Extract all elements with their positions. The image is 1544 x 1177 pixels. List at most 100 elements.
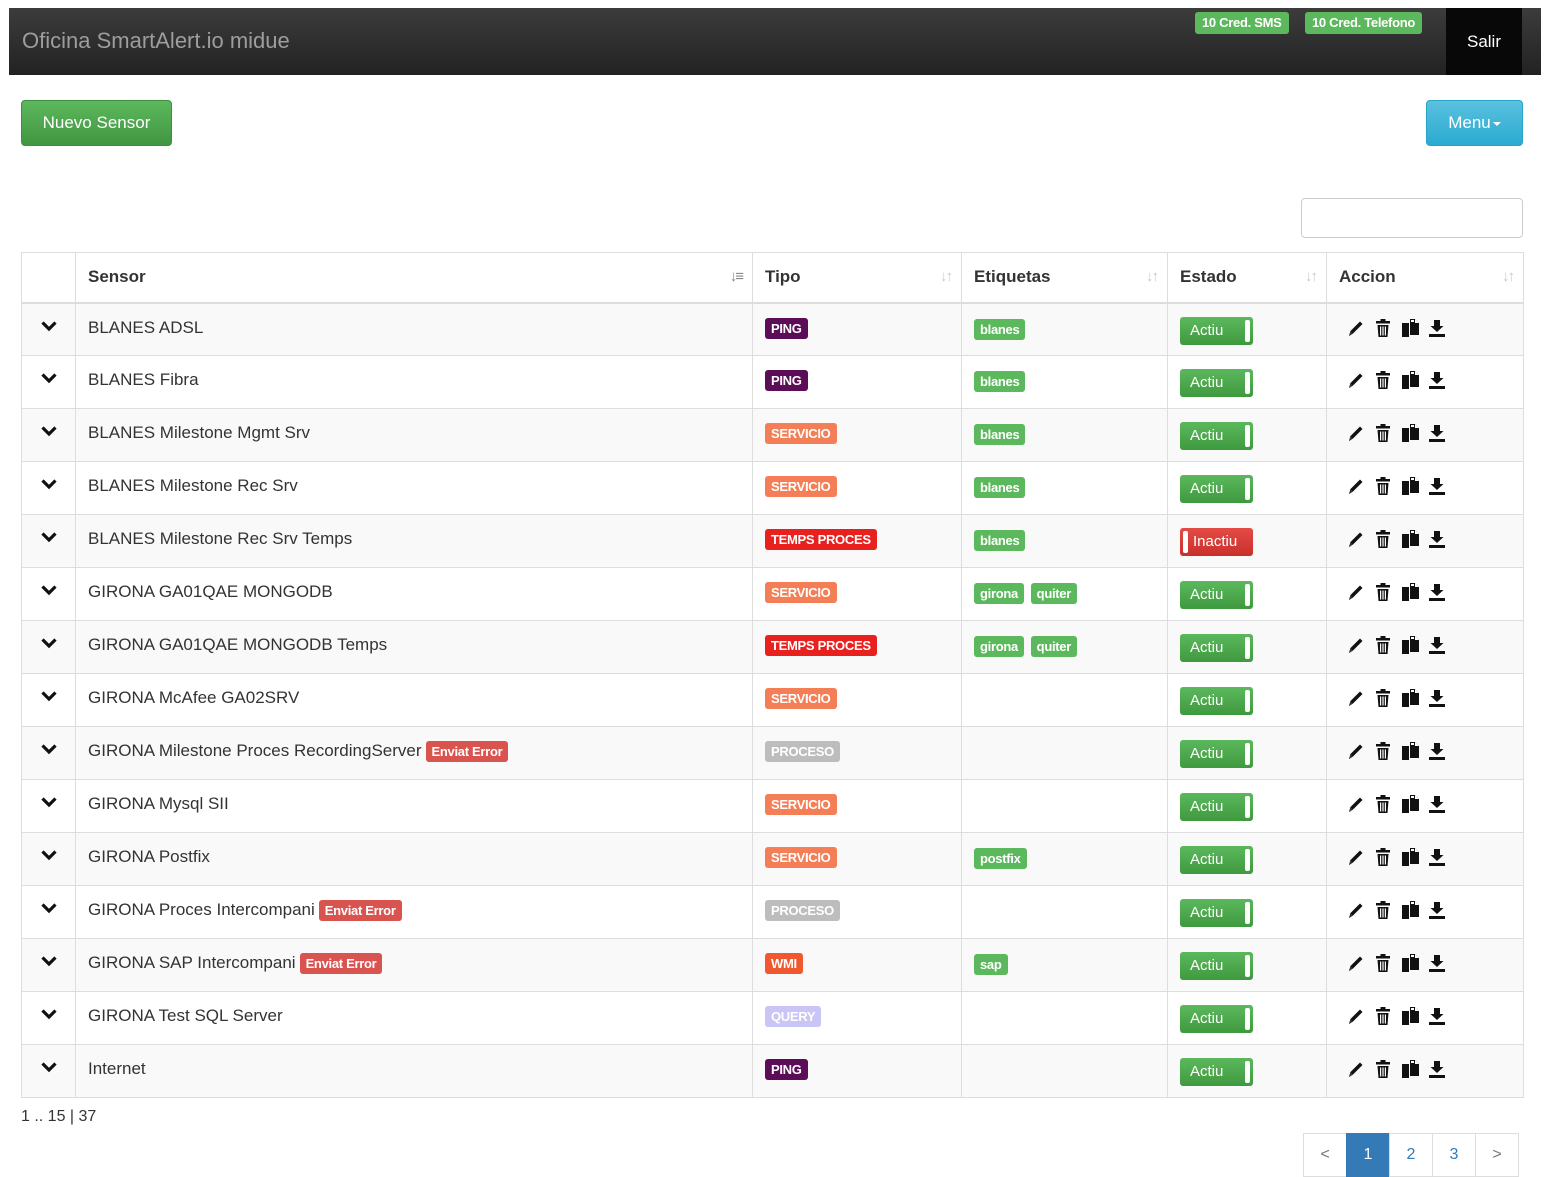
edit-icon[interactable]: [1345, 687, 1367, 709]
copy-icon[interactable]: [1399, 687, 1421, 709]
chevron-down-icon[interactable]: [22, 849, 75, 861]
copy-icon[interactable]: [1399, 528, 1421, 550]
copy-icon[interactable]: [1399, 475, 1421, 497]
edit-icon[interactable]: [1345, 422, 1367, 444]
trash-icon[interactable]: [1372, 1058, 1394, 1080]
export-icon[interactable]: [1426, 369, 1448, 391]
column-header-tipo[interactable]: Tipo ↓↑: [752, 252, 962, 304]
chevron-down-icon[interactable]: [22, 372, 75, 384]
copy-icon[interactable]: [1399, 846, 1421, 868]
chevron-down-icon[interactable]: [22, 690, 75, 702]
sensor-name[interactable]: GIRONA SAP Intercompani: [88, 953, 296, 972]
sort-desc-icon[interactable]: ↓≡: [730, 268, 744, 285]
edit-icon[interactable]: [1345, 369, 1367, 391]
chevron-down-icon[interactable]: [22, 425, 75, 437]
trash-icon[interactable]: [1372, 687, 1394, 709]
sort-icon[interactable]: ↓↑: [1146, 268, 1159, 285]
status-toggle[interactable]: Actiu: [1180, 475, 1253, 503]
trash-icon[interactable]: [1372, 793, 1394, 815]
sensor-name[interactable]: BLANES Fibra: [88, 370, 199, 389]
copy-icon[interactable]: [1399, 634, 1421, 656]
status-toggle[interactable]: Actiu: [1180, 634, 1253, 662]
export-icon[interactable]: [1426, 581, 1448, 603]
new-sensor-button[interactable]: Nuevo Sensor: [21, 100, 172, 146]
status-toggle[interactable]: Actiu: [1180, 1005, 1253, 1033]
export-icon[interactable]: [1426, 687, 1448, 709]
edit-icon[interactable]: [1345, 475, 1367, 497]
status-toggle[interactable]: Actiu: [1180, 899, 1253, 927]
trash-icon[interactable]: [1372, 952, 1394, 974]
status-toggle[interactable]: Actiu: [1180, 687, 1253, 715]
chevron-down-icon[interactable]: [22, 796, 75, 808]
trash-icon[interactable]: [1372, 846, 1394, 868]
chevron-down-icon[interactable]: [22, 902, 75, 914]
export-icon[interactable]: [1426, 952, 1448, 974]
edit-icon[interactable]: [1345, 952, 1367, 974]
edit-icon[interactable]: [1345, 846, 1367, 868]
edit-icon[interactable]: [1345, 899, 1367, 921]
export-icon[interactable]: [1426, 1058, 1448, 1080]
trash-icon[interactable]: [1372, 581, 1394, 603]
export-icon[interactable]: [1426, 899, 1448, 921]
sensor-name[interactable]: BLANES Milestone Rec Srv Temps: [88, 529, 352, 548]
chevron-down-icon[interactable]: [22, 1008, 75, 1020]
export-icon[interactable]: [1426, 740, 1448, 762]
sort-icon[interactable]: ↓↑: [1305, 268, 1318, 285]
status-toggle[interactable]: Actiu: [1180, 369, 1253, 397]
trash-icon[interactable]: [1372, 899, 1394, 921]
status-toggle[interactable]: Actiu: [1180, 422, 1253, 450]
chevron-down-icon[interactable]: [22, 320, 75, 332]
sensor-name[interactable]: GIRONA McAfee GA02SRV: [88, 688, 299, 707]
export-icon[interactable]: [1426, 793, 1448, 815]
sensor-name[interactable]: GIRONA Milestone Proces RecordingServer: [88, 741, 422, 760]
edit-icon[interactable]: [1345, 1005, 1367, 1027]
trash-icon[interactable]: [1372, 317, 1394, 339]
sensor-name[interactable]: GIRONA Test SQL Server: [88, 1006, 283, 1025]
edit-icon[interactable]: [1345, 1058, 1367, 1080]
pagination-page-2[interactable]: 2: [1389, 1133, 1433, 1177]
logout-button[interactable]: Salir: [1446, 8, 1522, 75]
trash-icon[interactable]: [1372, 1005, 1394, 1027]
sort-icon[interactable]: ↓↑: [940, 268, 953, 285]
pagination-next[interactable]: >: [1475, 1133, 1519, 1177]
sensor-name[interactable]: BLANES Milestone Mgmt Srv: [88, 423, 310, 442]
sort-icon[interactable]: ↓↑: [1502, 268, 1515, 285]
status-toggle[interactable]: Actiu: [1180, 846, 1253, 874]
export-icon[interactable]: [1426, 475, 1448, 497]
chevron-down-icon[interactable]: [22, 584, 75, 596]
edit-icon[interactable]: [1345, 581, 1367, 603]
copy-icon[interactable]: [1399, 793, 1421, 815]
status-toggle[interactable]: Actiu: [1180, 793, 1253, 821]
column-header-accion[interactable]: Accion ↓↑: [1326, 252, 1524, 304]
copy-icon[interactable]: [1399, 369, 1421, 391]
chevron-down-icon[interactable]: [22, 955, 75, 967]
column-header-estado[interactable]: Estado ↓↑: [1167, 252, 1327, 304]
edit-icon[interactable]: [1345, 317, 1367, 339]
trash-icon[interactable]: [1372, 740, 1394, 762]
edit-icon[interactable]: [1345, 793, 1367, 815]
edit-icon[interactable]: [1345, 634, 1367, 656]
pagination-prev[interactable]: <: [1303, 1133, 1347, 1177]
export-icon[interactable]: [1426, 317, 1448, 339]
export-icon[interactable]: [1426, 528, 1448, 550]
chevron-down-icon[interactable]: [22, 478, 75, 490]
copy-icon[interactable]: [1399, 952, 1421, 974]
sensor-name[interactable]: GIRONA Postfix: [88, 847, 210, 866]
search-input[interactable]: [1301, 198, 1523, 238]
copy-icon[interactable]: [1399, 1005, 1421, 1027]
trash-icon[interactable]: [1372, 369, 1394, 391]
copy-icon[interactable]: [1399, 899, 1421, 921]
trash-icon[interactable]: [1372, 422, 1394, 444]
sensor-name[interactable]: GIRONA GA01QAE MONGODB: [88, 582, 333, 601]
sensor-name[interactable]: Internet: [88, 1059, 146, 1078]
column-header-sensor[interactable]: Sensor ↓≡: [75, 252, 753, 304]
export-icon[interactable]: [1426, 422, 1448, 444]
sensor-name[interactable]: GIRONA GA01QAE MONGODB Temps: [88, 635, 387, 654]
export-icon[interactable]: [1426, 846, 1448, 868]
copy-icon[interactable]: [1399, 581, 1421, 603]
export-icon[interactable]: [1426, 1005, 1448, 1027]
sensor-name[interactable]: GIRONA Mysql SII: [88, 794, 229, 813]
chevron-down-icon[interactable]: [22, 637, 75, 649]
chevron-down-icon[interactable]: [22, 1061, 75, 1073]
status-toggle[interactable]: Actiu: [1180, 581, 1253, 609]
